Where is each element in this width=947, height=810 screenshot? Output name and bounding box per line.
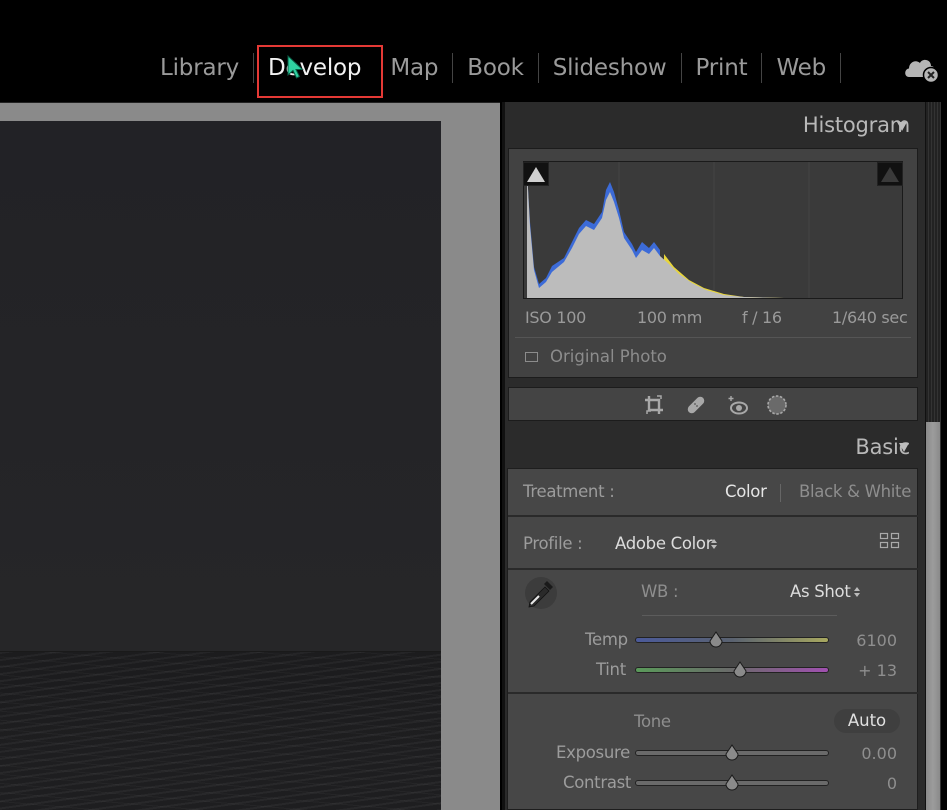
profile-dropdown[interactable]: Adobe Color [615,534,713,553]
row-divider [508,692,918,694]
histogram-svg [527,162,810,298]
wb-eyedropper-icon[interactable] [522,574,560,612]
highlight-clipping-icon [881,167,899,182]
exposure-slider-thumb[interactable] [724,744,740,762]
shadow-clipping-toggle[interactable] [523,162,549,186]
module-picker: Library Develop Map Book Slideshow Print… [146,48,841,88]
histogram-luminance [527,170,784,298]
exif-aperture: f / 16 [742,308,782,327]
tone-label: Tone [634,712,671,731]
original-photo-checkbox[interactable] [525,352,538,362]
temp-slider-thumb[interactable] [708,631,724,649]
histogram-divider [515,337,911,338]
wb-stepper-icon[interactable] [853,585,861,599]
treatment-bw-option[interactable]: Black & White [799,482,911,501]
wb-dropdown[interactable]: As Shot [790,582,851,601]
photo-preview[interactable] [0,121,441,810]
tint-value[interactable]: + 13 [837,661,897,680]
crop-overlay-icon[interactable] [643,394,665,416]
cloud-sync-error-icon[interactable] [903,53,939,83]
treatment-label: Treatment : [523,482,615,501]
red-eye-correction-icon[interactable] [727,394,749,416]
tool-strip [508,387,918,421]
wb-divider [642,615,837,616]
panel-edge [941,102,947,810]
treatment-color-option[interactable]: Color [725,482,767,501]
histogram-header[interactable]: Histogram [803,113,910,137]
develop-highlight-box [257,45,383,98]
temp-slider[interactable] [635,637,829,643]
lightroom-develop-window: Library Develop Map Book Slideshow Print… [0,0,947,810]
row-divider [508,515,918,517]
exif-shutter-speed: 1/640 sec [832,308,908,327]
contrast-value[interactable]: 0 [837,774,897,793]
basic-collapse-icon[interactable] [899,443,909,452]
module-library[interactable]: Library [146,49,253,87]
panel-scrollbar-thumb[interactable] [926,422,940,810]
contrast-label: Contrast [563,773,632,792]
temp-label: Temp [585,630,628,649]
profile-browser-icon[interactable] [879,531,901,551]
photo-canvas[interactable] [0,102,500,810]
module-book[interactable]: Book [453,49,537,87]
module-slideshow[interactable]: Slideshow [539,49,681,87]
exposure-value[interactable]: 0.00 [837,744,897,763]
contrast-slider-thumb[interactable] [724,774,740,792]
tint-label: Tint [596,660,626,679]
tint-slider-thumb[interactable] [732,661,748,679]
shadow-clipping-icon [527,167,545,182]
exif-iso: ISO 100 [525,308,586,327]
wb-label: WB : [641,582,679,601]
module-web[interactable]: Web [762,49,840,87]
mouse-cursor-icon [287,55,304,79]
module-separator [839,53,841,83]
module-print[interactable]: Print [682,49,762,87]
profile-label: Profile : [523,534,583,553]
treatment-separator [780,484,781,502]
original-photo-label: Original Photo [550,347,667,366]
temp-value[interactable]: 6100 [837,631,897,650]
module-picker-bar: Library Develop Map Book Slideshow Print… [0,0,947,100]
auto-tone-button[interactable]: Auto [834,709,900,733]
profile-stepper-icon[interactable] [710,537,718,551]
histogram-graph[interactable] [523,161,903,299]
exposure-label: Exposure [556,743,630,762]
module-map[interactable]: Map [376,49,452,87]
photo-sea-region [0,651,441,810]
exif-focal-length: 100 mm [637,308,702,327]
masking-icon[interactable] [766,394,788,416]
spot-removal-icon[interactable] [685,394,707,416]
highlight-clipping-toggle[interactable] [877,162,903,186]
row-divider [508,568,918,570]
histogram-collapse-icon[interactable] [897,122,907,131]
